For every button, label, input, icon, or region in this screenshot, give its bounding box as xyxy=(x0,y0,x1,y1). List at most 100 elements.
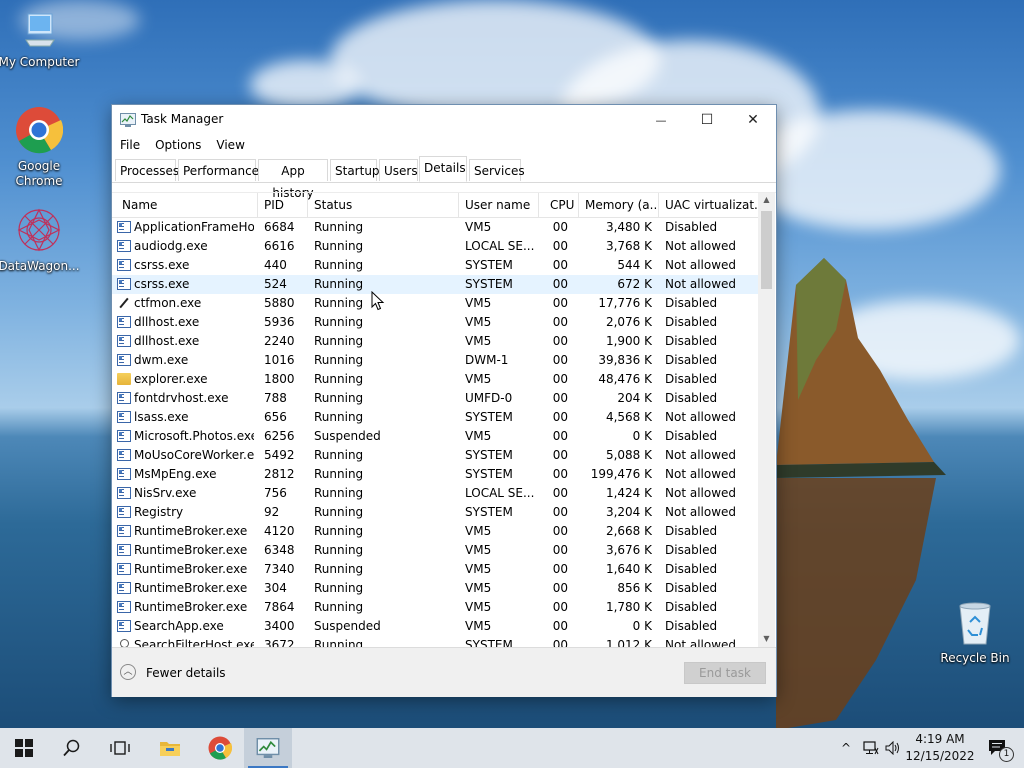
task-view-button[interactable] xyxy=(96,728,144,768)
pen-icon xyxy=(117,297,131,309)
show-hidden-icons-button[interactable]: ^ xyxy=(836,728,856,768)
process-icon xyxy=(117,544,131,556)
chrome-taskbar-button[interactable] xyxy=(196,728,244,768)
table-row[interactable]: lsass.exe 656 Running SYSTEM 00 4,568 K Not al… xyxy=(112,408,758,427)
network-icon xyxy=(863,741,879,755)
process-pid: 5880 xyxy=(264,296,295,310)
maximize-button[interactable]: ☐ xyxy=(684,105,730,135)
tab-details[interactable]: Details xyxy=(419,156,467,182)
table-row[interactable]: audiodg.exe 6616 Running LOCAL SE... 00 3,768… xyxy=(112,237,758,256)
column-header-memory[interactable]: Memory (a... xyxy=(579,193,659,217)
task-manager-taskbar-button[interactable] xyxy=(244,728,292,768)
process-pid: 6616 xyxy=(264,239,295,253)
table-row[interactable]: dwm.exe 1016 Running DWM-1 00 39,836 K Disable… xyxy=(112,351,758,370)
desktop-icon-datawagon[interactable]: DataWagon... xyxy=(0,206,81,273)
start-button[interactable] xyxy=(0,728,48,768)
network-button[interactable] xyxy=(860,728,882,768)
fewer-details-button[interactable]: ︿ Fewer details xyxy=(120,663,226,683)
table-row[interactable]: fontdrvhost.exe 788 Running UMFD-0 00 204 K Di… xyxy=(112,389,758,408)
file-explorer-button[interactable] xyxy=(146,728,194,768)
taskbar-clock[interactable]: 4:19 AM 12/15/2022 xyxy=(905,731,975,765)
process-pid: 92 xyxy=(264,505,280,519)
table-row[interactable]: ApplicationFrameHo... 6684 Running VM5 00 3,4… xyxy=(112,218,758,237)
scrollbar-thumb[interactable] xyxy=(761,211,772,289)
process-user: VM5 xyxy=(465,334,492,348)
column-header-pid[interactable]: PID xyxy=(258,193,308,217)
process-memory: 0 K xyxy=(632,429,652,443)
tab-performance[interactable]: Performance xyxy=(178,159,259,181)
process-icon xyxy=(117,601,131,613)
table-row[interactable]: NisSrv.exe 756 Running LOCAL SE... 00 1,424 K… xyxy=(112,484,758,503)
table-row[interactable]: SearchApp.exe 3400 Suspended VM5 00 0 K Disabl… xyxy=(112,617,758,636)
column-header-status[interactable]: Status xyxy=(308,193,459,217)
column-header-cpu[interactable]: CPU xyxy=(539,193,579,217)
table-row[interactable]: csrss.exe 524 Running SYSTEM 00 672 K Not allo… xyxy=(112,275,758,294)
table-row[interactable]: RuntimeBroker.exe 304 Running VM5 00 856 K Dis… xyxy=(112,579,758,598)
process-user: VM5 xyxy=(465,600,492,614)
minimize-button[interactable]: — xyxy=(638,105,684,135)
process-memory: 1,424 K xyxy=(605,486,652,500)
process-uac: Disabled xyxy=(665,429,718,443)
table-row[interactable]: explorer.exe 1800 Running VM5 00 48,476 K Disa… xyxy=(112,370,758,389)
process-icon xyxy=(117,487,131,499)
tab-processes[interactable]: Processes xyxy=(115,159,179,181)
scroll-up-icon[interactable]: ▲ xyxy=(758,195,775,204)
process-memory: 0 K xyxy=(632,619,652,633)
table-row[interactable]: MsMpEng.exe 2812 Running SYSTEM 00 199,476 K N… xyxy=(112,465,758,484)
process-pid: 7340 xyxy=(264,562,295,576)
process-icon xyxy=(117,620,131,632)
volume-button[interactable] xyxy=(882,728,904,768)
table-row[interactable]: csrss.exe 440 Running SYSTEM 00 544 K Not allo… xyxy=(112,256,758,275)
menu-options[interactable]: Options xyxy=(147,135,208,152)
process-memory: 672 K xyxy=(617,277,652,291)
table-row[interactable]: dllhost.exe 2240 Running VM5 00 1,900 K Disabl… xyxy=(112,332,758,351)
process-pid: 6348 xyxy=(264,543,295,557)
process-uac: Disabled xyxy=(665,562,718,576)
task-manager-icon xyxy=(256,738,280,758)
table-header: Name ^ PID Status User name CPU Memory (… xyxy=(112,193,758,218)
table-row[interactable]: Registry 92 Running SYSTEM 00 3,204 K Not allo… xyxy=(112,503,758,522)
process-user: VM5 xyxy=(465,220,492,234)
end-task-button[interactable]: End task xyxy=(684,662,766,684)
menu-file[interactable]: File xyxy=(112,135,147,152)
table-row[interactable]: Microsoft.Photos.exe 6256 Suspended VM5 00 0 … xyxy=(112,427,758,446)
process-memory: 5,088 K xyxy=(605,448,652,462)
process-memory: 39,836 K xyxy=(598,353,652,367)
process-cpu: 00 xyxy=(552,353,568,367)
desktop-icon-my-computer[interactable]: My Computer xyxy=(0,10,81,69)
search-button[interactable] xyxy=(48,728,96,768)
table-row[interactable]: ctfmon.exe 5880 Running VM5 00 17,776 K Disabl… xyxy=(112,294,758,313)
menu-view[interactable]: View xyxy=(208,135,251,152)
process-memory: 544 K xyxy=(617,258,652,272)
process-user: SYSTEM xyxy=(465,410,513,424)
process-user: UMFD-0 xyxy=(465,391,513,405)
table-row[interactable]: RuntimeBroker.exe 4120 Running VM5 00 2,668 K… xyxy=(112,522,758,541)
process-user: VM5 xyxy=(465,429,492,443)
column-header-user-name[interactable]: User name xyxy=(459,193,539,217)
process-status: Running xyxy=(314,600,364,614)
table-row[interactable]: RuntimeBroker.exe 7864 Running VM5 00 1,780 K… xyxy=(112,598,758,617)
table-row[interactable]: RuntimeBroker.exe 7340 Running VM5 00 1,640 K… xyxy=(112,560,758,579)
tab-services[interactable]: Services xyxy=(469,159,525,181)
taskbar: ^ 4:19 AM 12/15/2022 1 xyxy=(0,728,1024,768)
title-bar[interactable]: Task Manager — ☐ ✕ xyxy=(112,105,776,135)
action-center-button[interactable]: 1 xyxy=(978,728,1018,768)
close-button[interactable]: ✕ xyxy=(730,105,776,135)
table-row[interactable]: MoUsoCoreWorker.e... 5492 Running SYSTEM 00 5… xyxy=(112,446,758,465)
desktop-icon-recycle-bin[interactable]: Recycle Bin xyxy=(933,600,1017,665)
desktop-icon-google-chrome[interactable]: Google Chrome xyxy=(0,106,81,189)
process-cpu: 00 xyxy=(552,239,568,253)
tab-startup[interactable]: Startup xyxy=(330,159,380,181)
process-status: Running xyxy=(314,334,364,348)
vertical-scrollbar[interactable]: ▲ ▼ xyxy=(758,193,775,648)
column-header-name[interactable]: Name xyxy=(112,193,258,217)
table-row[interactable]: RuntimeBroker.exe 6348 Running VM5 00 3,676 K… xyxy=(112,541,758,560)
tab-app-history[interactable]: App history xyxy=(258,159,328,200)
table-row[interactable]: dllhost.exe 5936 Running VM5 00 2,076 K Disabl… xyxy=(112,313,758,332)
column-header-uac[interactable]: UAC virtualizat... xyxy=(659,193,758,217)
desktop-icon-label: My Computer xyxy=(0,55,80,69)
process-name: dwm.exe xyxy=(134,353,189,367)
scroll-down-icon[interactable]: ▼ xyxy=(758,634,775,643)
process-uac: Disabled xyxy=(665,391,718,405)
tab-users[interactable]: Users xyxy=(379,159,418,181)
